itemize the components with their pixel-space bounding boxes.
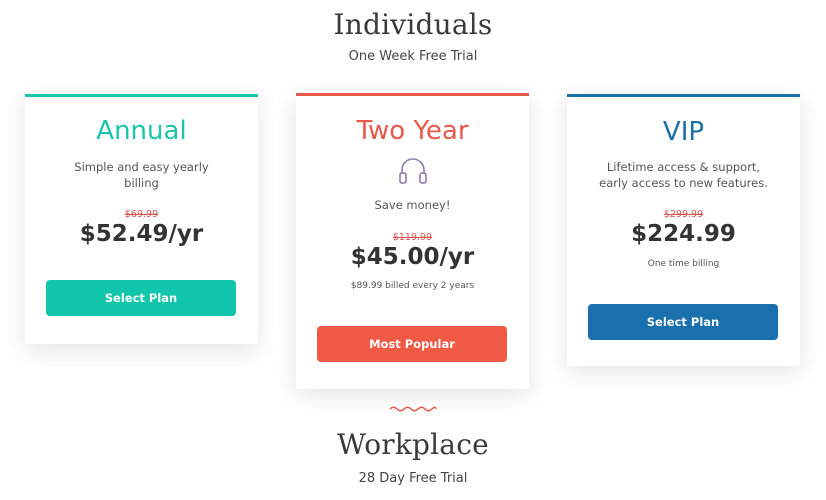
plan-price: $52.49/yr (79, 221, 204, 247)
plan-description-line-1: Simple and easy yearly (74, 160, 209, 174)
plan-price: $224.99 (631, 221, 736, 247)
plan-old-price: $119.99 (392, 232, 433, 243)
plan-card-annual: Annual Simple and easy yearly billing $6… (25, 94, 258, 344)
plan-name: VIP (662, 117, 705, 147)
plan-name: Annual (96, 116, 187, 146)
headphones-icon (399, 158, 427, 184)
plan-description-line-2: early access to new features. (599, 176, 768, 190)
individuals-title: Individuals (333, 8, 493, 41)
select-plan-button-annual[interactable]: Select Plan (46, 280, 236, 316)
workplace-title: Workplace (337, 428, 489, 461)
plan-billing-note: One time billing (647, 259, 720, 269)
plan-card-two-year: Two Year Save money! $119.99 $45.00/yr $… (296, 93, 529, 389)
plan-old-price: $69.99 (124, 209, 159, 220)
plan-price: $45.00/yr (350, 244, 475, 270)
plan-old-price: $299.99 (663, 209, 704, 220)
plan-description: Save money! (374, 198, 451, 212)
workplace-subtitle: 28 Day Free Trial (358, 471, 468, 486)
most-popular-button[interactable]: Most Popular (317, 326, 507, 362)
plan-description-line-2: billing (124, 176, 159, 190)
plan-card-vip: VIP Lifetime access & support, early acc… (567, 94, 800, 366)
individuals-subtitle: One Week Free Trial (348, 49, 478, 64)
select-plan-button-vip[interactable]: Select Plan (588, 304, 778, 340)
wave-divider-icon (389, 406, 437, 412)
plan-name: Two Year (356, 116, 469, 146)
plan-description-line-1: Lifetime access & support, (606, 160, 761, 174)
plan-billing-note: $89.99 billed every 2 years (350, 281, 475, 291)
